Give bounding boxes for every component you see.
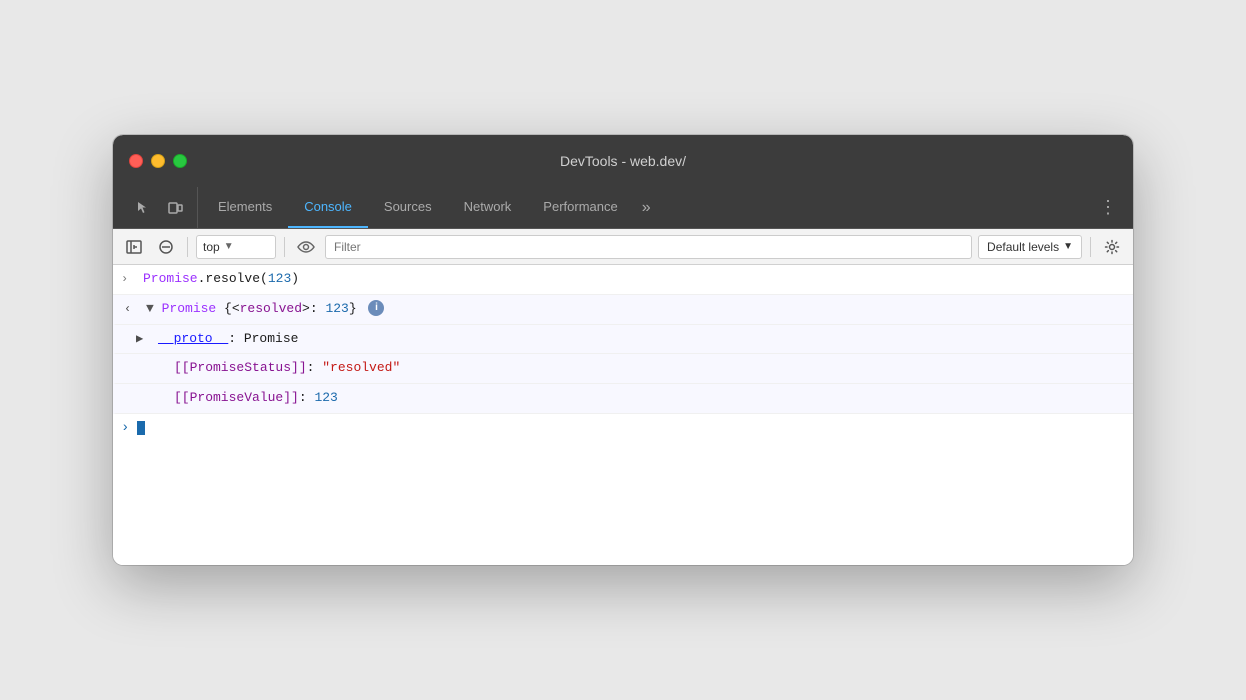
console-text-promise: Promise	[143, 271, 198, 286]
console-toolbar: top ▼ Default levels ▼	[113, 229, 1133, 265]
row-spacer	[152, 358, 166, 359]
clear-console-button[interactable]	[153, 234, 179, 260]
expand-indicator[interactable]: ▶	[136, 329, 150, 349]
show-sidebar-button[interactable]	[121, 234, 147, 260]
tab-network[interactable]: Network	[448, 187, 528, 228]
close-button[interactable]	[129, 154, 143, 168]
console-area: › Promise.resolve(123) ‹ ▼ Promise {<res…	[113, 265, 1133, 565]
console-row-promise-output: ‹ ▼ Promise {<resolved>: 123} i	[113, 295, 1133, 325]
device-toolbar-button[interactable]	[161, 194, 189, 222]
console-input-content: Promise.resolve(123)	[143, 269, 1125, 290]
more-tabs-button[interactable]: »	[634, 187, 659, 228]
console-row-value: [[PromiseValue]]: 123	[113, 384, 1133, 414]
console-row-input: › Promise.resolve(123)	[113, 265, 1133, 295]
console-row-status: [[PromiseStatus]]: "resolved"	[113, 354, 1133, 384]
inspect-element-button[interactable]	[129, 194, 157, 222]
context-arrow: ▼	[224, 241, 234, 252]
collapse-indicator[interactable]: ‹	[124, 299, 138, 319]
console-value-content: [[PromiseValue]]: 123	[174, 388, 1125, 409]
default-levels-arrow: ▼	[1063, 241, 1073, 252]
console-status-content: [[PromiseStatus]]: "resolved"	[174, 358, 1125, 379]
default-levels-button[interactable]: Default levels ▼	[978, 235, 1082, 259]
console-cursor	[137, 421, 145, 435]
toolbar-divider-2	[284, 237, 285, 257]
tab-sources[interactable]: Sources	[368, 187, 448, 228]
console-promise-content: ▼ Promise {<resolved>: 123} i	[146, 299, 1125, 320]
input-indicator: ›	[121, 269, 135, 289]
console-input-row[interactable]: ›	[113, 414, 1133, 442]
console-proto-content: __proto__: Promise	[158, 329, 1125, 350]
settings-button[interactable]	[1099, 234, 1125, 260]
console-prompt: ›	[121, 420, 129, 436]
filter-input[interactable]	[325, 235, 972, 259]
traffic-lights	[129, 154, 187, 168]
toolbar-divider-3	[1090, 237, 1091, 257]
tab-icon-group	[121, 187, 198, 228]
console-row-proto: ▶ __proto__: Promise	[113, 325, 1133, 355]
tab-console[interactable]: Console	[288, 187, 368, 228]
window-title: DevTools - web.dev/	[560, 153, 686, 169]
info-badge[interactable]: i	[368, 300, 384, 316]
title-bar: DevTools - web.dev/	[113, 135, 1133, 187]
tab-bar: Elements Console Sources Network Perform…	[113, 187, 1133, 229]
minimize-button[interactable]	[151, 154, 165, 168]
tab-performance[interactable]: Performance	[527, 187, 633, 228]
maximize-button[interactable]	[173, 154, 187, 168]
toolbar-divider	[187, 237, 188, 257]
eye-button[interactable]	[293, 234, 319, 260]
tab-elements[interactable]: Elements	[202, 187, 288, 228]
collapse-arrow[interactable]: ▼	[146, 301, 162, 316]
devtools-window: DevTools - web.dev/ Elements Console So	[113, 135, 1133, 565]
row-spacer-2	[152, 388, 166, 389]
devtools-menu-button[interactable]: ⋮	[1091, 187, 1125, 228]
proto-link[interactable]: __proto__	[158, 331, 228, 346]
context-selector[interactable]: top ▼	[196, 235, 276, 259]
